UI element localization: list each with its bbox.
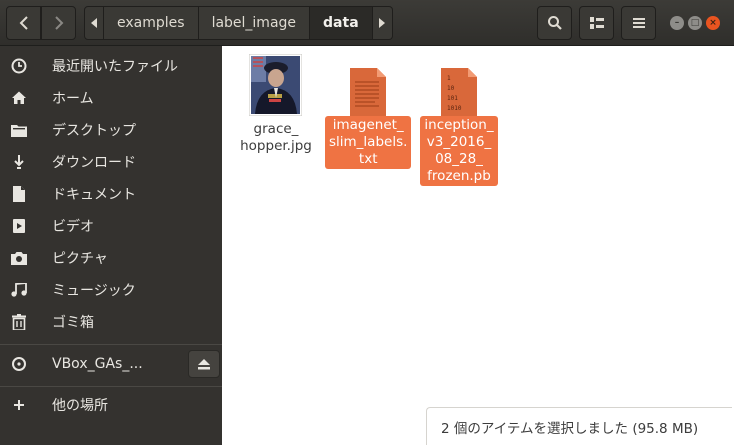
eject-button[interactable]: [188, 350, 220, 378]
minimize-button[interactable]: –: [670, 16, 684, 30]
menu-button[interactable]: [621, 6, 656, 40]
sidebar-divider: [0, 386, 222, 387]
maximize-icon: □: [690, 18, 700, 28]
folder-icon: [9, 120, 29, 140]
camera-icon: [9, 248, 29, 268]
file-item-inception-frozen[interactable]: 1 10 101 1010 inception_ v3_2016_ 08_28_…: [415, 64, 503, 186]
binary-text-line: 1: [447, 75, 451, 82]
sidebar-item-label: ピクチャ: [52, 251, 108, 267]
path-scroll-left-button[interactable]: [84, 6, 104, 40]
sidebar-item-downloads[interactable]: ダウンロード: [0, 146, 222, 178]
chevron-left-icon: [19, 16, 28, 30]
triangle-right-icon: [379, 18, 386, 28]
sidebar-item-label: デスクトップ: [52, 123, 136, 139]
sidebar-item-videos[interactable]: ビデオ: [0, 210, 222, 242]
sidebar-item-home[interactable]: ホーム: [0, 82, 222, 114]
path-scroll-right-button[interactable]: [372, 6, 393, 40]
file-item-imagenet-labels[interactable]: imagenet_ slim_labels. txt: [325, 64, 412, 169]
binary-file-icon: 1 10 101 1010: [441, 68, 477, 116]
video-icon: [9, 216, 29, 236]
selection-status: 2 個のアイテムを選択しました (95.8 MB): [426, 407, 732, 445]
breadcrumb-data[interactable]: data: [310, 6, 373, 40]
triangle-left-icon: [91, 18, 97, 28]
maximize-button[interactable]: □: [688, 16, 702, 30]
sidebar-divider: [0, 344, 222, 345]
breadcrumb: examples label_image data: [84, 6, 393, 40]
file-name: inception_ v3_2016_ 08_28_ frozen.pb: [420, 116, 498, 186]
recent-icon: [9, 56, 29, 76]
sidebar-item-pictures[interactable]: ピクチャ: [0, 242, 222, 274]
breadcrumb-examples[interactable]: examples: [104, 6, 199, 40]
binary-text-line: 1010: [447, 105, 462, 112]
file-name: imagenet_ slim_labels. txt: [325, 116, 412, 169]
sidebar-item-recent[interactable]: 最近開いたファイル: [0, 50, 222, 82]
binary-text-line: 10: [447, 85, 455, 92]
file-item-grace-hopper[interactable]: grace_ hopper.jpg: [236, 54, 316, 156]
file-view[interactable]: grace_ hopper.jpg imagenet_ slim_labels.…: [222, 46, 734, 445]
sidebar-item-label: ゴミ箱: [52, 315, 94, 331]
view-options-button[interactable]: [579, 6, 614, 40]
hamburger-icon: [632, 18, 645, 28]
sidebar: 最近開いたファイル ホーム デスクトップ ダウンロード ドキュメント ビデオ ピ…: [0, 46, 222, 445]
sidebar-item-label: 最近開いたファイル: [52, 59, 178, 75]
download-icon: [9, 152, 29, 172]
forward-button[interactable]: [41, 6, 76, 40]
sidebar-item-label: ミュージック: [52, 283, 136, 299]
document-icon: [9, 184, 29, 204]
minimize-icon: –: [674, 18, 680, 28]
file-name: grace_ hopper.jpg: [240, 121, 312, 154]
close-icon: ×: [709, 18, 717, 28]
sidebar-item-label: ビデオ: [52, 219, 94, 235]
binary-text-line: 101: [447, 95, 458, 102]
list-view-icon: [589, 17, 604, 29]
eject-icon: [198, 358, 210, 369]
plus-icon: [9, 395, 29, 415]
text-file-icon: [350, 68, 386, 116]
sidebar-item-label: ダウンロード: [52, 155, 136, 171]
sidebar-item-label: 他の場所: [52, 398, 108, 414]
sidebar-item-trash[interactable]: ゴミ箱: [0, 306, 222, 338]
search-icon: [547, 16, 562, 30]
close-button[interactable]: ×: [706, 16, 720, 30]
search-button[interactable]: [537, 6, 572, 40]
breadcrumb-label-image[interactable]: label_image: [198, 6, 311, 40]
disc-icon: [9, 354, 29, 374]
chevron-right-icon: [54, 16, 63, 30]
sidebar-item-music[interactable]: ミュージック: [0, 274, 222, 306]
sidebar-item-label: ホーム: [52, 91, 94, 107]
image-thumbnail: [249, 54, 302, 116]
back-button[interactable]: [6, 6, 41, 40]
sidebar-item-other-locations[interactable]: 他の場所: [0, 389, 222, 421]
sidebar-item-label: VBox_GAs_...: [52, 356, 143, 372]
header-bar: examples label_image data – □ ×: [0, 0, 734, 46]
trash-icon: [9, 312, 29, 332]
home-icon: [9, 88, 29, 108]
sidebar-item-desktop[interactable]: デスクトップ: [0, 114, 222, 146]
sidebar-item-label: ドキュメント: [52, 187, 136, 203]
sidebar-item-documents[interactable]: ドキュメント: [0, 178, 222, 210]
music-icon: [9, 280, 29, 300]
